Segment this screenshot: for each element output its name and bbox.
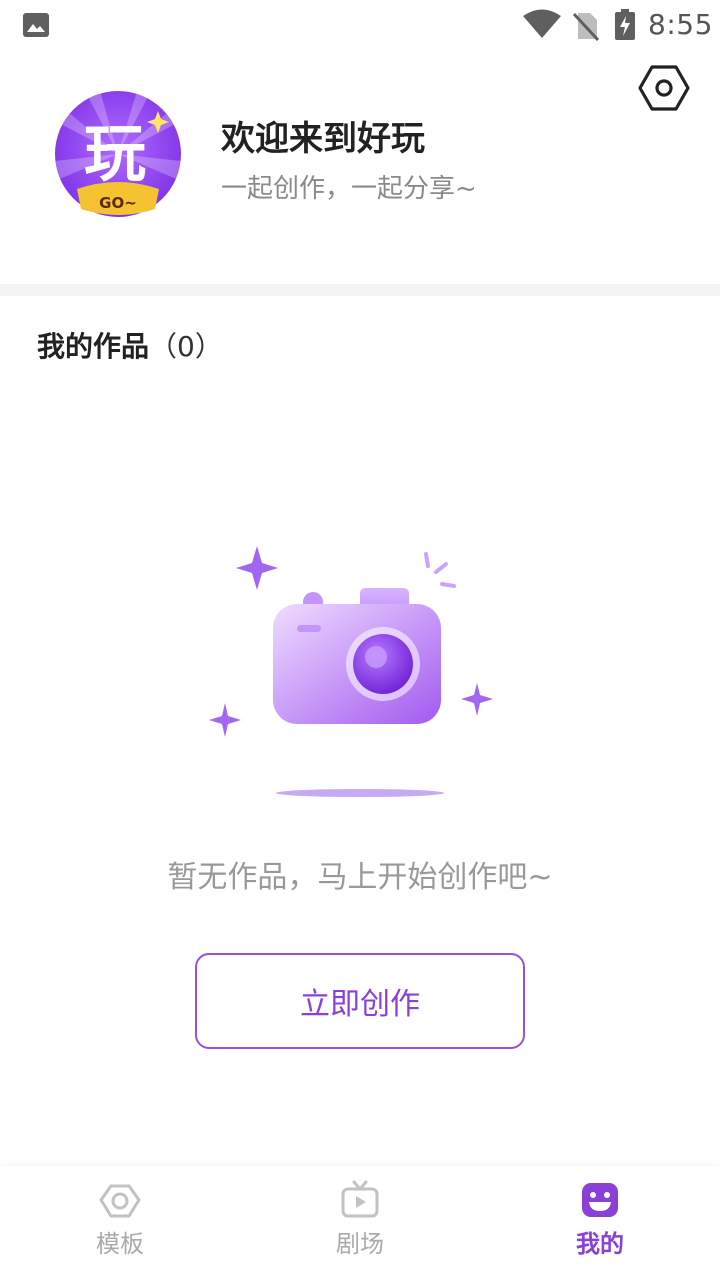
settings-icon[interactable] [638, 64, 690, 112]
tab-templates[interactable]: 模板 [0, 1166, 240, 1280]
sparkle-icon [209, 703, 241, 737]
works-count: （0） [149, 330, 223, 363]
avatar[interactable]: 玩 GO~ [55, 91, 181, 217]
camera-template-icon [99, 1184, 141, 1218]
smile-face-icon [582, 1183, 618, 1217]
tab-theater[interactable]: 剧场 [240, 1166, 480, 1280]
gallery-icon [23, 13, 49, 37]
works-title: 我的作品 [37, 330, 150, 363]
tab-templates-label: 模板 [96, 1230, 144, 1258]
section-divider [0, 284, 720, 296]
status-time: 8:55 [648, 8, 713, 41]
status-bar: 8:55 [0, 0, 720, 50]
battery-charging-icon [615, 9, 635, 40]
works-section-title: 我的作品（0） [37, 325, 223, 365]
tab-mine[interactable]: 我的 [480, 1166, 720, 1280]
welcome-subtitle: 一起创作，一起分享~ [221, 174, 477, 204]
empty-camera-illustration [209, 546, 493, 797]
avatar-glyph: 玩 [84, 117, 146, 190]
bottom-nav: 模板 剧场 我的 [0, 1166, 720, 1280]
tv-play-icon [341, 1180, 379, 1218]
avatar-badge: GO~ [99, 194, 137, 212]
tab-mine-label: 我的 [576, 1230, 624, 1258]
no-sim-icon [572, 12, 600, 41]
sparkle-icon [461, 683, 493, 716]
wifi-icon [523, 9, 561, 38]
sparkle-icon [236, 546, 278, 590]
create-now-button[interactable]: 立即创作 [195, 953, 525, 1049]
tab-theater-label: 剧场 [336, 1230, 384, 1258]
empty-state-text: 暂无作品，马上开始创作吧~ [167, 860, 553, 895]
welcome-title: 欢迎来到好玩 [221, 119, 425, 159]
